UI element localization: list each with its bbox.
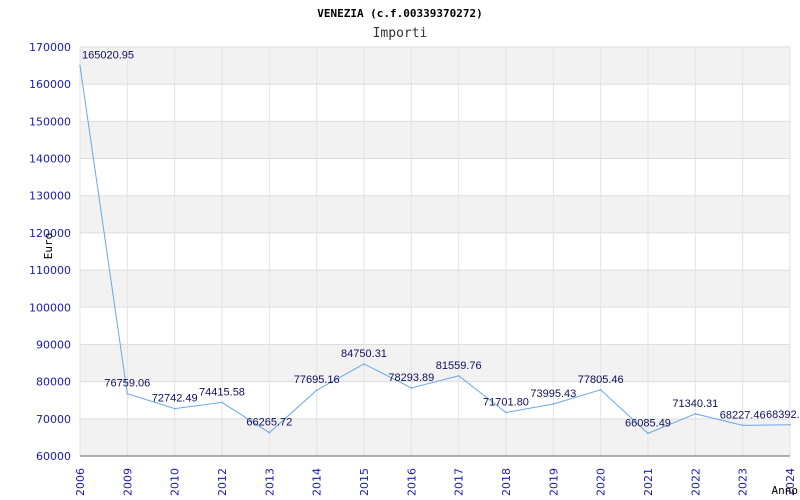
grid-band [80,307,790,345]
data-label: 84750.31 [341,348,387,360]
x-tick-label: 2020 [595,468,608,496]
x-tick-label: 2023 [737,468,750,496]
data-point [647,432,649,435]
data-point [505,411,507,414]
grid-band [80,121,790,159]
y-tick-label: 80000 [36,376,71,389]
y-tick-label: 110000 [29,264,71,277]
data-point [221,401,223,404]
y-tick-label: 150000 [29,115,71,128]
data-label: 68392. [766,409,800,421]
data-label: 81559.76 [436,360,482,372]
x-tick-label: 2016 [405,468,418,496]
x-tick-label: 2017 [453,468,466,496]
data-label: 68227.46 [720,409,766,421]
data-point [599,388,602,391]
chart-subtitle: Importi [373,26,428,41]
chart-title: VENEZIA (c.f.00339370272) [317,7,483,20]
data-point [79,64,81,67]
grid-band [80,418,790,456]
grid-band [80,158,790,196]
data-point [315,389,318,392]
x-tick-label: 2013 [263,468,276,496]
x-tick-label: 2014 [311,468,324,496]
data-label: 71701.80 [483,396,529,408]
data-label: 77805.46 [578,374,624,386]
y-tick-label: 90000 [36,338,71,351]
y-tick-label: 100000 [29,301,71,314]
data-point [552,403,555,405]
data-label: 78293.89 [388,372,434,384]
data-label: 72742.49 [152,393,198,405]
x-tick-label: 2006 [74,468,87,496]
grid-band [80,47,790,85]
x-axis-ticks: 2006 2009 2010 2012 2013 2014 2015 2016 2017 2018… [74,468,797,496]
data-point [457,375,460,377]
y-tick-label: 140000 [29,153,71,166]
data-point [173,407,176,410]
x-tick-label: 2022 [689,468,702,496]
x-tick-label: 2019 [547,468,560,496]
data-label: 73995.43 [530,388,576,400]
data-label: 66265.72 [246,417,292,429]
data-point [410,387,413,389]
line-chart: VENEZIA (c.f.00339370272) Importi 60000 7… [29,7,800,497]
data-label: 66085.49 [625,417,671,429]
grid-band [80,232,790,271]
grid-band [80,270,790,308]
y-tick-label: 60000 [36,450,71,463]
data-label: 71340.31 [672,398,718,410]
data-label: 76759.06 [104,378,150,390]
x-tick-label: 2015 [358,468,371,496]
x-tick-label: 2021 [642,468,655,496]
data-point [694,413,697,415]
data-point [268,431,271,434]
grid-band [80,195,790,233]
y-tick-label: 160000 [29,78,71,91]
y-axis-label: Euro [42,233,55,260]
data-point [741,424,744,427]
data-point [789,423,791,426]
x-tick-label: 2012 [216,468,229,496]
data-point [363,363,365,365]
x-tick-label: 2018 [500,468,513,496]
grid-band [80,84,790,122]
y-tick-label: 170000 [29,41,71,54]
y-tick-label: 130000 [29,190,71,203]
data-label: 74415.58 [199,386,245,398]
data-point [126,392,129,395]
data-label: 165020.95 [82,50,134,62]
x-tick-label: 2010 [169,468,182,496]
y-tick-label: 70000 [36,413,71,426]
x-axis-label: Anno [772,484,799,497]
data-label: 77695.16 [294,374,340,386]
x-tick-label: 2009 [121,468,134,496]
